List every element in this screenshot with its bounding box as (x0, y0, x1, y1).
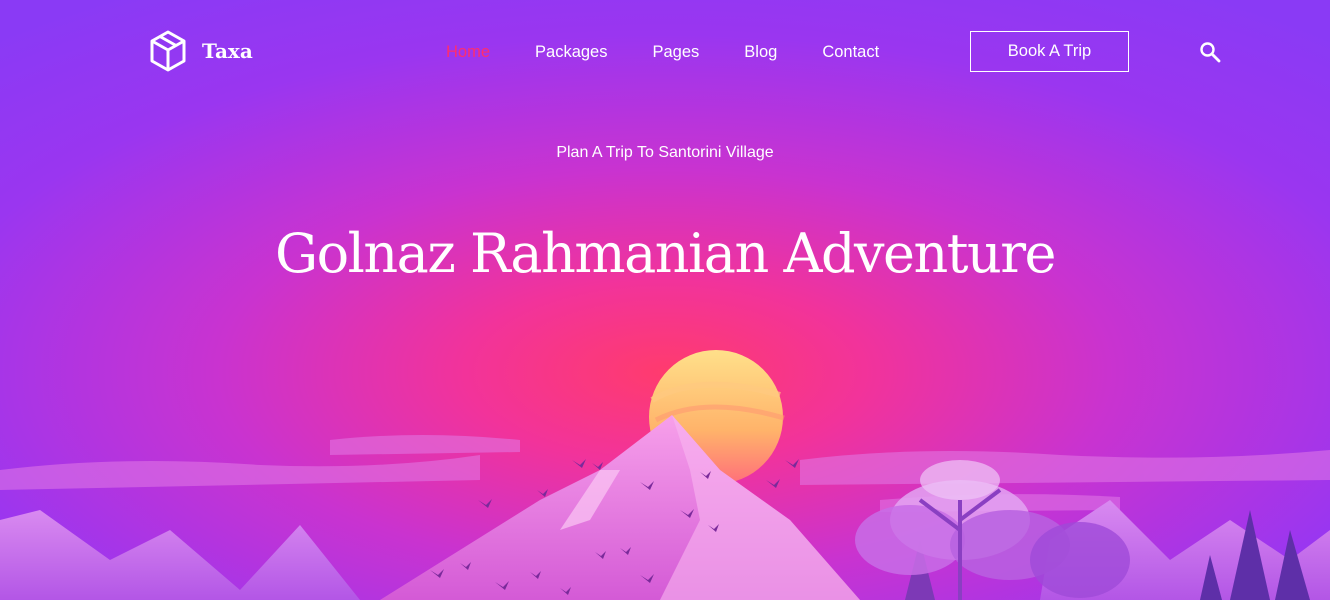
hero-title: Golnaz Rahmanian Adventure (274, 222, 1057, 285)
book-a-trip-button[interactable]: Book A Trip (970, 31, 1129, 72)
main-menu: Home Packages Pages Blog Contact (446, 40, 924, 64)
nav-link-contact[interactable]: Contact (822, 40, 879, 64)
nav-link-packages[interactable]: Packages (535, 40, 607, 64)
search-icon[interactable] (1199, 41, 1221, 63)
nav-link-home[interactable]: Home (446, 40, 490, 64)
top-navigation: Taxa Home Packages Pages Blog Contact Bo… (0, 0, 1330, 105)
hero-subtitle: Plan A Trip To Santorini Village (556, 144, 774, 161)
brand-name: Taxa (202, 39, 253, 63)
brand-logo[interactable]: Taxa (148, 29, 253, 73)
cube-icon (150, 30, 186, 72)
nav-link-blog[interactable]: Blog (744, 40, 777, 64)
nav-link-pages[interactable]: Pages (652, 40, 699, 64)
